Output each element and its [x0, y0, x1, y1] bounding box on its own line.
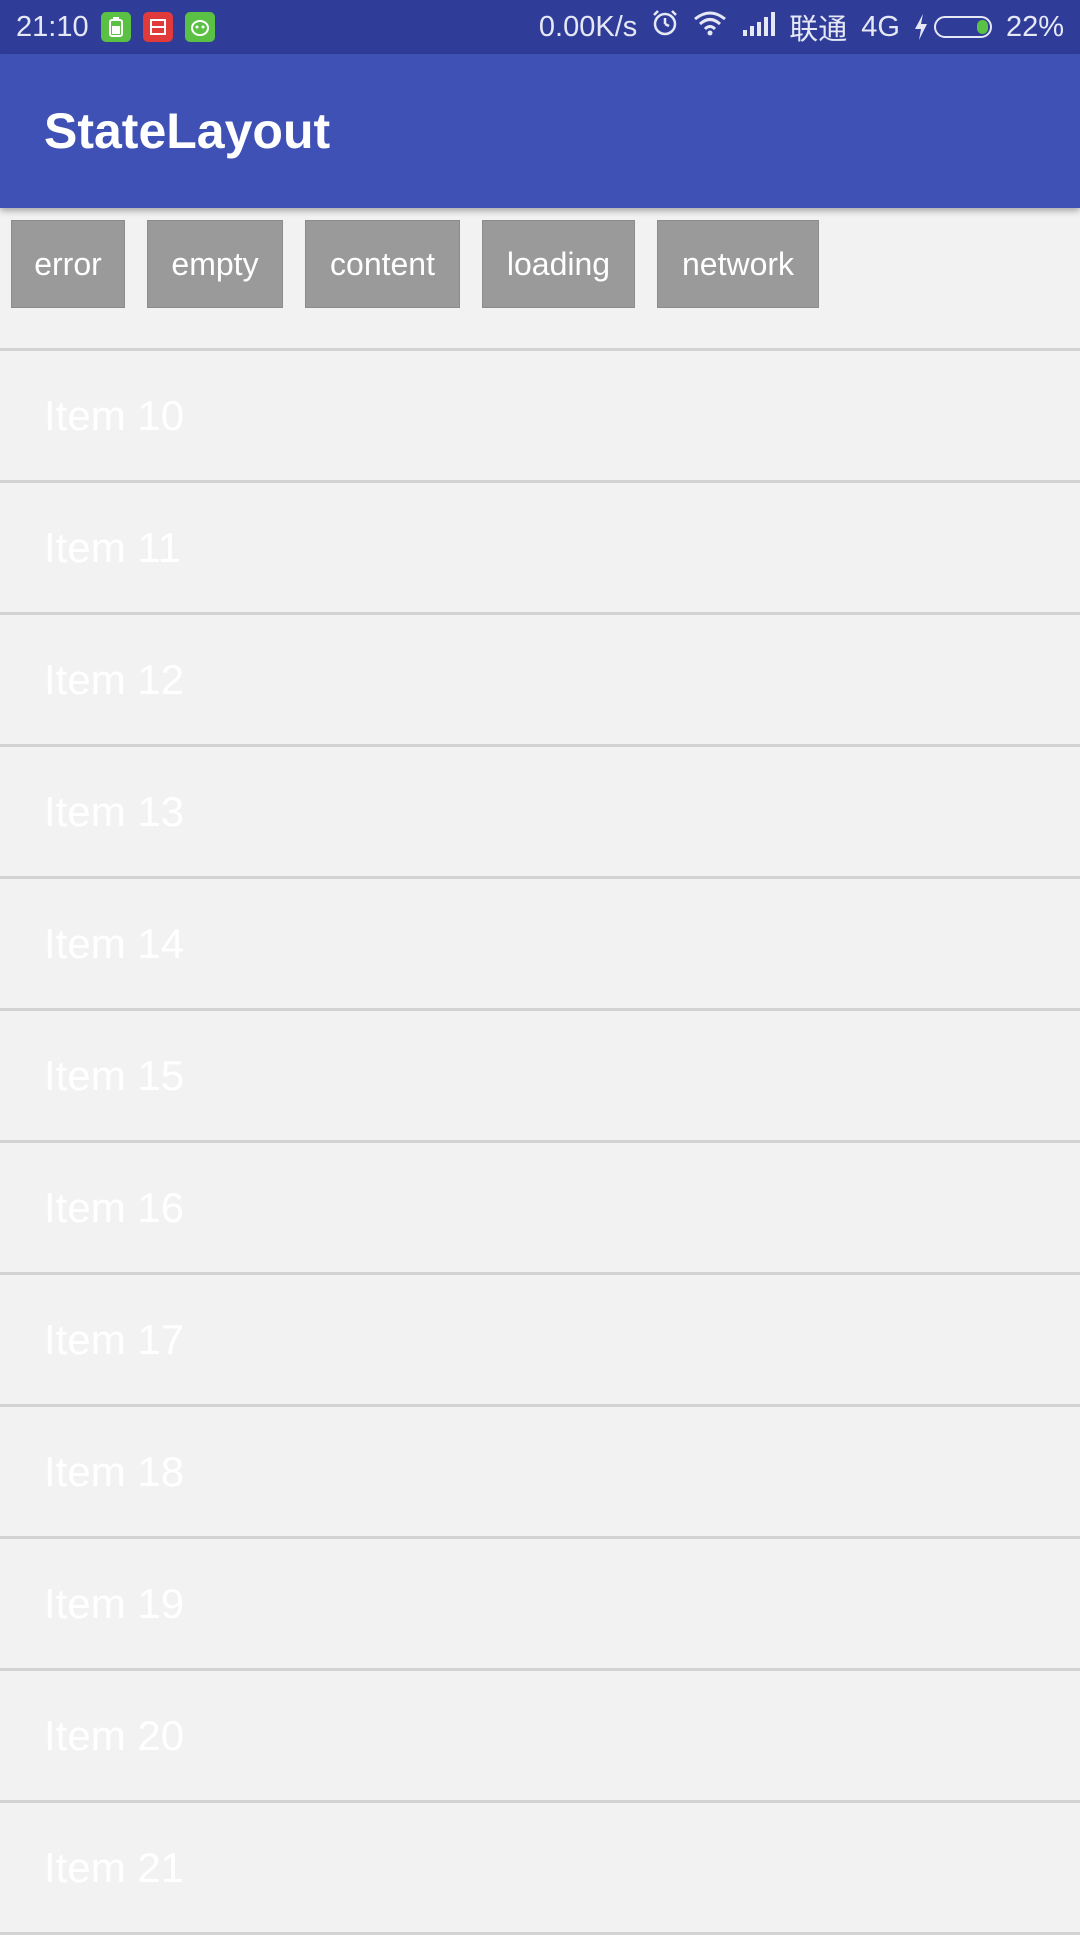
net-speed: 0.00K/s — [538, 10, 638, 43]
page-title: StateLayout — [44, 103, 331, 159]
shopping-app-icon — [142, 12, 173, 42]
list-item[interactable]: Item 10 — [0, 351, 1080, 483]
status-bar: 21:10 0.00K/s 联通 4G 22% — [0, 0, 1080, 54]
list-item-label: Item 14 — [44, 919, 185, 967]
list-item[interactable]: Item 19 — [0, 1539, 1080, 1671]
list-item[interactable]: Item 11 — [0, 483, 1080, 615]
list-item-label: Item 11 — [44, 523, 181, 571]
list-item-label: Item 13 — [44, 787, 185, 835]
item-list[interactable]: Item 10 Item 11 Item 12 Item 13 Item 14 Item … — [0, 348, 1080, 1935]
battery-level — [976, 20, 988, 34]
battery-percent: 22% — [1005, 10, 1064, 43]
list-item[interactable]: Item 15 — [0, 1011, 1080, 1143]
wifi-icon — [693, 10, 727, 44]
battery-icon — [933, 16, 992, 38]
app-toolbar: StateLayout — [0, 54, 1080, 208]
empty-button[interactable]: empty — [147, 220, 283, 308]
list-item-label: Item 12 — [44, 655, 185, 703]
state-button-row: error empty content loading network — [0, 208, 1080, 348]
status-left: 21:10 — [16, 11, 215, 44]
list-item-label: Item 10 — [44, 391, 185, 439]
content-button[interactable]: content — [305, 220, 460, 308]
list-item-label: Item 17 — [44, 1315, 185, 1363]
error-button[interactable]: error — [11, 220, 125, 308]
list-item[interactable]: Item 12 — [0, 615, 1080, 747]
list-item-label: Item 15 — [44, 1051, 185, 1099]
list-item-label: Item 18 — [44, 1447, 185, 1495]
list-item-label: Item 19 — [44, 1579, 185, 1627]
list-item-label: Item 16 — [44, 1183, 185, 1231]
carrier: 联通 — [789, 14, 848, 46]
list-item[interactable]: Item 17 — [0, 1275, 1080, 1407]
list-item[interactable]: Item 14 — [0, 879, 1080, 1011]
network-button[interactable]: network — [657, 220, 819, 308]
signal-icon — [741, 11, 776, 44]
list-item[interactable]: Item 21 — [0, 1803, 1080, 1935]
status-time: 21:10 — [16, 10, 89, 43]
list-item[interactable]: Item 16 — [0, 1143, 1080, 1275]
charging-icon — [914, 14, 927, 40]
list-item-label: Item 21 — [44, 1843, 185, 1891]
battery-indicator — [914, 14, 992, 40]
android-app-icon — [184, 12, 215, 42]
list-item[interactable]: Item 18 — [0, 1407, 1080, 1539]
loading-button[interactable]: loading — [482, 220, 635, 308]
list-item[interactable]: Item 13 — [0, 747, 1080, 879]
network-type: 4G — [861, 10, 900, 43]
list-item[interactable]: Item 20 — [0, 1671, 1080, 1803]
battery-app-icon — [100, 12, 131, 42]
list-item-label: Item 20 — [44, 1711, 185, 1759]
status-right: 0.00K/s 联通 4G 22% — [539, 6, 1064, 48]
alarm-icon — [651, 9, 679, 45]
